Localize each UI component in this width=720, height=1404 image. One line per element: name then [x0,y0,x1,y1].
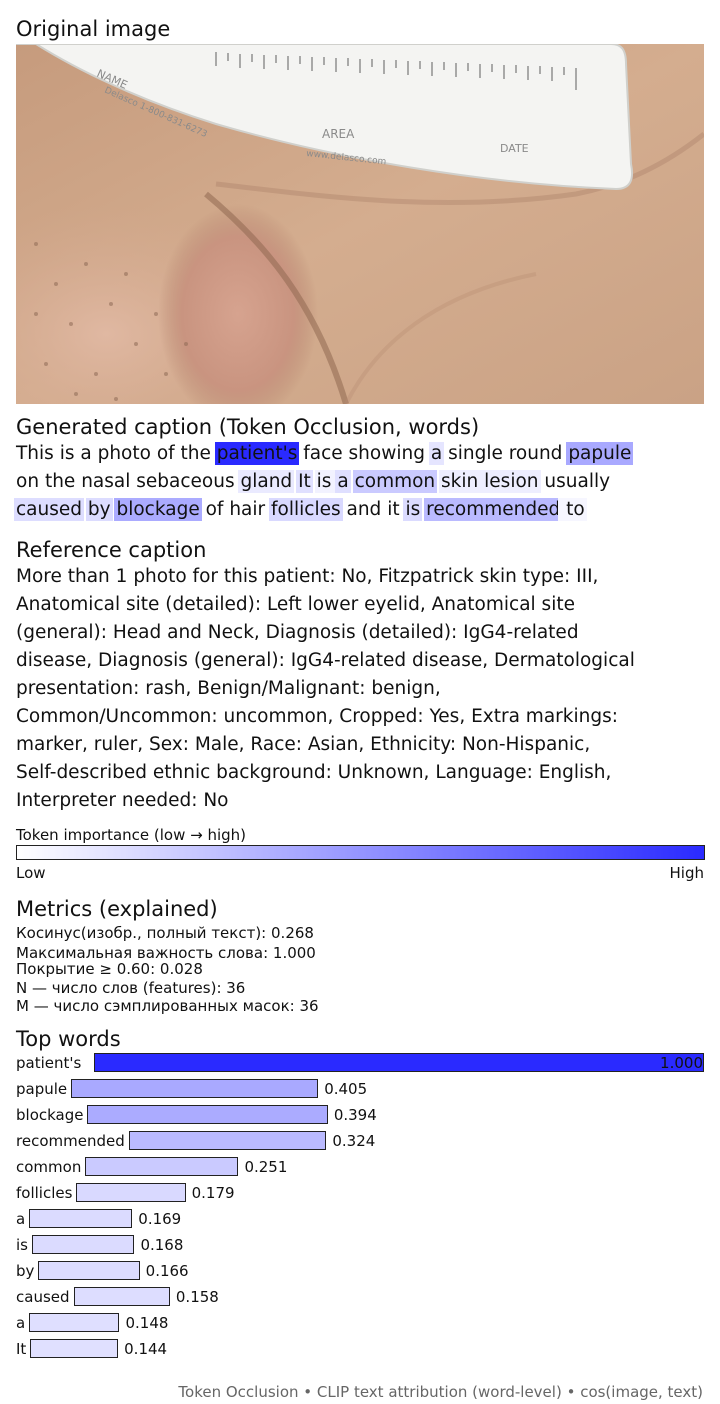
caption-word: patient's [214,442,300,465]
bar-value-label: 1.000 [660,1054,703,1072]
caption-word: common [352,470,438,493]
caption-word: sebaceous [136,471,241,492]
caption-word: the [44,471,82,492]
generated-caption-heading: Generated caption (Token Occlusion, word… [16,415,480,439]
bar-label: patient's [16,1054,82,1072]
reference-line: disease, Diagnosis (general): IgG4-relat… [16,650,635,671]
caption-word: face [297,443,349,464]
bar-label: is [16,1236,28,1254]
bar-label: a [16,1210,26,1228]
caption-word: papule [566,442,634,465]
reference-line: Self-described ethnic background: Unknow… [16,762,612,783]
metric-cosine: Косинус(изобр., полный текст): 0.268 [16,924,314,942]
bar-label: papule [16,1080,68,1098]
top-words-heading: Top words [16,1027,121,1051]
reference-line: Common/Uncommon: uncommon, Cropped: Yes,… [16,706,618,727]
reference-line: Interpreter needed: No [16,790,229,811]
caption-word: round [508,443,569,464]
caption-word: skin [439,470,487,493]
bar-value-label: 0.144 [124,1340,168,1358]
skin-lesion-photo: NAME Delasco 1-800-831-6273 AREA www.del… [16,44,704,404]
caption-word: to [558,498,587,521]
bar [29,1209,133,1228]
metric-n-words: N — число слов (features): 36 [16,979,246,997]
bar-value-label: 0.394 [333,1106,377,1124]
bar-label: blockage [16,1106,84,1124]
bar [76,1183,186,1202]
bar-value-label: 0.169 [138,1210,182,1228]
metrics-heading: Metrics (explained) [16,897,218,921]
bar-label: follicles [16,1184,73,1202]
bar [30,1339,119,1358]
reference-line: presentation: rash, Benign/Malignant: be… [16,678,441,699]
caption-word: on [16,471,45,492]
caption-word: caused [14,498,84,521]
metric-m-masks: M — число сэмплированных масок: 36 [16,997,319,1015]
caption-word: follicles [269,498,343,521]
bar-value-label: 0.324 [332,1132,376,1150]
bar [87,1105,328,1124]
caption-word: lesion [482,470,541,493]
bar-value-label: 0.158 [175,1288,219,1306]
caption-line: This is a photo of the patient's face sh… [16,441,634,467]
colorbar-high-label: High [669,864,704,882]
reference-line: marker, ruler, Sex: Male, Race: Asian, E… [16,734,591,755]
bar-value-label: 0.405 [324,1080,368,1098]
bar-value-label: 0.166 [145,1262,189,1280]
caption-word: usually [544,471,611,492]
bar [38,1261,140,1280]
bar [85,1157,239,1176]
photo-drawing: NAME Delasco 1-800-831-6273 AREA www.del… [16,44,704,404]
caption-word: hair [229,499,272,520]
colorbar-title: Token importance (low → high) [16,826,247,844]
caption-word: gland [238,470,295,493]
caption-word: and [346,499,388,520]
bar [73,1287,170,1306]
caption-word: photo [97,443,157,464]
bar [29,1313,120,1332]
bar-value-label: 0.148 [125,1314,169,1332]
metric-coverage: Покрытие ≥ 0.60: 0.028 [16,960,203,978]
caption-word: nasal [81,471,137,492]
reference-line: (general): Head and Neck, Diagnosis (det… [16,622,579,643]
bar-label: It [16,1340,27,1358]
footer-note: Token Occlusion • CLIP text attribution … [178,1383,703,1401]
importance-colorbar [16,845,705,860]
caption-word: the [180,443,217,464]
bar-label: recommended [16,1132,125,1150]
bar-label: a [16,1314,26,1332]
ruler-date-label: DATE [500,142,529,155]
original-image-heading: Original image [16,17,171,41]
reference-line: Anatomical site (detailed): Left lower e… [16,594,575,615]
caption-word: recommended [424,498,563,521]
ruler-area-label: AREA [322,127,355,141]
bar [94,1053,704,1072]
reference-line: More than 1 photo for this patient: No, … [16,566,599,587]
caption-line: on the nasal sebaceous gland It is a com… [16,469,610,495]
bar-value-label: 0.251 [244,1158,288,1176]
bar-value-label: 0.179 [191,1184,235,1202]
caption-word: This [16,443,60,464]
reference-caption-heading: Reference caption [16,538,207,562]
caption-word: single [442,443,509,464]
caption-word: showing [348,443,431,464]
bar [128,1131,327,1150]
bar-label: by [16,1262,35,1280]
bar-label: common [16,1158,82,1176]
colorbar-low-label: Low [16,864,46,882]
caption-line: caused by blockage of hair follicles and… [14,497,587,523]
bar [71,1079,319,1098]
caption-word: blockage [114,498,202,521]
bar-label: caused [16,1288,70,1306]
bar-value-label: 0.168 [140,1236,184,1254]
bar [31,1235,135,1254]
